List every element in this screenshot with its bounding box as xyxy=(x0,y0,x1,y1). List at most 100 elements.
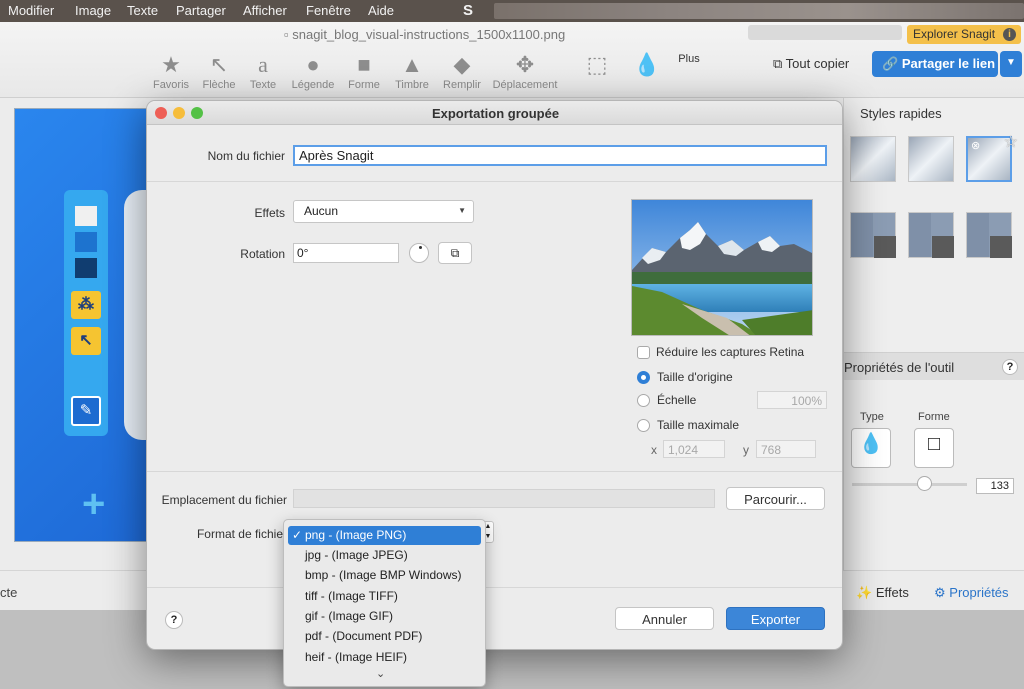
rotation-input[interactable]: 0° xyxy=(293,243,399,263)
format-option-pdf[interactable]: pdf - (Document PDF) xyxy=(288,627,481,646)
tool-texte[interactable]: a Texte xyxy=(238,52,288,91)
format-option-jpg[interactable]: jpg - (Image JPEG) xyxy=(288,546,481,565)
menu-image[interactable]: Image xyxy=(75,3,111,18)
format-option-tiff[interactable]: tiff - (Image TIFF) xyxy=(288,587,481,606)
shape-label: Forme xyxy=(918,411,950,423)
menu-aide[interactable]: Aide xyxy=(368,3,394,18)
link-icon: 🔗 xyxy=(882,56,902,71)
help-button[interactable]: ? xyxy=(165,611,183,629)
format-option-gif[interactable]: gif - (Image GIF) xyxy=(288,607,481,626)
tool-plus[interactable]: Plus xyxy=(664,52,714,65)
max-width-input[interactable]: 1,024 xyxy=(663,440,725,458)
doc-file-icon: ▫ xyxy=(284,27,293,42)
edit-icon[interactable]: ✎ xyxy=(71,396,101,426)
explore-snagit-badge[interactable]: Explorer Snagit i xyxy=(907,25,1021,44)
shape-picker[interactable]: □ xyxy=(914,428,954,468)
style-tile[interactable] xyxy=(908,136,954,182)
tool-legende[interactable]: ● Légende xyxy=(288,52,338,91)
explore-badge-label: Explorer Snagit xyxy=(913,27,996,41)
properties-tab[interactable]: ⚙ Propriétés xyxy=(934,585,1009,601)
style-tile-selected[interactable]: ⊗ ☆ xyxy=(966,134,1018,182)
format-option-heif[interactable]: heif - (Image HEIF) xyxy=(288,648,481,667)
tool-properties-title: Propriétés de l'outil xyxy=(844,360,955,375)
menu-partager[interactable]: Partager xyxy=(176,3,226,18)
type-picker[interactable]: 💧 xyxy=(851,428,891,468)
menu-texte[interactable]: Texte xyxy=(127,3,158,18)
scale-input[interactable]: 100% xyxy=(757,391,827,409)
copy-all-label: Tout copier xyxy=(785,56,850,71)
menu-fenetre[interactable]: Fenêtre xyxy=(306,3,351,18)
tool-label: Favoris xyxy=(152,79,190,91)
format-option-label: png - (Image PNG) xyxy=(305,528,407,542)
tool-timbre[interactable]: ▲ Timbre xyxy=(387,52,437,91)
tool-favoris[interactable]: ★ Favoris xyxy=(146,52,196,91)
callout-icon: ● xyxy=(306,52,320,77)
share-dropdown-button[interactable]: ▼ xyxy=(1000,51,1022,77)
tool-deplacement[interactable]: ✥ Déplacement xyxy=(492,52,558,91)
size-value-field[interactable]: 133 xyxy=(976,478,1014,494)
effects-tab[interactable]: ✨ Effets xyxy=(856,585,909,601)
menu-modifier[interactable]: Modifier xyxy=(8,3,54,18)
help-icon: ? xyxy=(170,614,178,626)
dialog-titlebar: Exportation groupée xyxy=(147,101,842,125)
snagit-status-icon[interactable]: S xyxy=(463,2,473,19)
drop-icon: 💧 xyxy=(858,433,884,455)
format-option-bmp[interactable]: bmp - (Image BMP Windows) xyxy=(288,566,481,585)
style-tile[interactable] xyxy=(908,212,954,258)
swatch-white[interactable] xyxy=(75,206,97,226)
type-label: Type xyxy=(860,411,884,423)
style-tile[interactable] xyxy=(850,212,896,258)
tool-selection[interactable]: ⬚ xyxy=(572,52,622,78)
original-size-radio[interactable] xyxy=(637,371,650,384)
steps-icon[interactable]: ⁂ xyxy=(71,291,101,319)
style-tile[interactable] xyxy=(850,136,896,182)
format-label: Format de fichie xyxy=(196,527,283,541)
share-link-button[interactable]: 🔗 Partager le lien xyxy=(872,51,998,77)
arrow-icon[interactable]: ↖ xyxy=(71,327,101,355)
menu-afficher[interactable]: Afficher xyxy=(243,3,287,18)
scale-radio[interactable] xyxy=(637,394,650,407)
format-option-label: tiff - (Image TIFF) xyxy=(305,589,398,603)
size-slider-track[interactable] xyxy=(852,483,967,486)
quick-styles-title: Styles rapides xyxy=(860,106,942,121)
tool-fleche[interactable]: ↖ Flèche xyxy=(194,52,244,91)
effects-select[interactable]: Aucun ▼ xyxy=(293,200,474,223)
document-title-text: snagit_blog_visual-instructions_1500x110… xyxy=(292,27,566,42)
rotation-dial[interactable] xyxy=(409,243,429,263)
filename-label: Nom du fichier xyxy=(207,149,285,163)
square-outline-icon: □ xyxy=(927,433,941,455)
help-icon[interactable]: ? xyxy=(1002,359,1018,375)
max-height-input[interactable]: 768 xyxy=(756,440,816,458)
dialog-title: Exportation groupée xyxy=(431,106,560,121)
format-option-png[interactable]: ✓ png - (Image PNG) xyxy=(288,526,481,545)
format-option-label: bmp - (Image BMP Windows) xyxy=(305,568,462,582)
location-field[interactable] xyxy=(293,489,715,508)
checkmark-icon: ✓ xyxy=(292,528,303,542)
browse-button[interactable]: Parcourir... xyxy=(726,487,825,510)
arrow-icon: ↖ xyxy=(209,52,229,77)
image-preview xyxy=(631,199,813,336)
move-icon: ✥ xyxy=(515,52,535,77)
export-button[interactable]: Exporter xyxy=(726,607,825,630)
more-label: Plus xyxy=(678,53,700,65)
cancel-button[interactable]: Annuler xyxy=(615,607,714,630)
max-size-radio[interactable] xyxy=(637,419,650,432)
style-tile[interactable] xyxy=(966,212,1012,258)
chevron-down-icon: ▼ xyxy=(458,206,466,215)
gear-icon: ⚙ xyxy=(934,585,950,600)
rotate-button[interactable]: ⧉ xyxy=(438,242,472,264)
swatch-navy[interactable] xyxy=(75,258,97,278)
filename-input[interactable]: Après Snagit xyxy=(293,145,827,166)
copy-all-button[interactable]: ⧉ Tout copier xyxy=(773,56,849,72)
tool-label: Flèche xyxy=(202,79,236,91)
search-field[interactable] xyxy=(748,25,902,40)
retina-label: Réduire les captures Retina xyxy=(656,345,805,359)
original-size-label: Taille d'origine xyxy=(657,370,733,384)
tool-forme[interactable]: ■ Forme xyxy=(339,52,389,91)
format-option-label: heif - (Image HEIF) xyxy=(305,650,408,664)
retina-checkbox[interactable] xyxy=(637,346,650,359)
tool-remplir[interactable]: ◆ Remplir xyxy=(437,52,487,91)
scroll-down-chevron-icon[interactable]: ⌄ xyxy=(376,667,385,680)
size-slider-knob[interactable] xyxy=(917,476,932,491)
swatch-blue[interactable] xyxy=(75,232,97,252)
